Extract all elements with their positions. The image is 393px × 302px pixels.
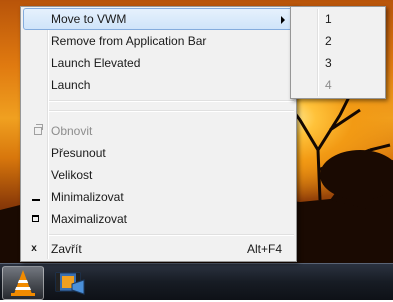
menu-item-launch[interactable]: Launch (23, 74, 294, 96)
menu-gutter (317, 9, 319, 96)
menu-item-remove-from-application-bar[interactable]: Remove from Application Bar (23, 30, 294, 52)
menu-item-label: Velikost (51, 168, 93, 182)
menu-item-label: Launch (51, 78, 91, 92)
menu-item-launch-elevated[interactable]: Launch Elevated (23, 52, 294, 74)
minimize-icon (27, 186, 41, 208)
menu-item-restore[interactable]: Obnovit (23, 120, 294, 142)
menu-separator (49, 100, 294, 102)
maximize-icon (27, 208, 41, 230)
movie-maker-icon (55, 272, 85, 295)
menu-item-move[interactable]: Přesunout (23, 142, 294, 164)
submenu-arrow-icon (281, 16, 285, 24)
menu-separator (49, 110, 294, 112)
taskbar (0, 263, 393, 300)
context-menu: Move to VWM Remove from Application Bar … (20, 6, 297, 262)
vwm-submenu: 1 2 3 4 (290, 6, 386, 99)
menu-item-minimize[interactable]: Minimalizovat (23, 186, 294, 208)
submenu-item-1[interactable]: 1 (325, 8, 332, 30)
menu-item-label: Minimalizovat (51, 190, 124, 204)
menu-separator (49, 234, 294, 236)
menu-item-label: Zavřít (51, 242, 82, 256)
taskbar-button-movie-maker[interactable] (50, 266, 90, 298)
menu-item-label: Maximalizovat (51, 212, 128, 226)
menu-item-label: Remove from Application Bar (51, 34, 207, 48)
close-icon: x (31, 243, 37, 254)
taskbar-button-vlc[interactable] (2, 266, 44, 300)
menu-item-size[interactable]: Velikost (23, 164, 294, 186)
menu-item-label: Obnovit (51, 124, 93, 138)
menu-item-label: Launch Elevated (51, 56, 141, 70)
menu-item-label: Move to VWM (51, 12, 127, 26)
menu-item-move-to-vwm[interactable]: Move to VWM (23, 8, 294, 30)
submenu-item-2[interactable]: 2 (325, 30, 332, 52)
shortcut-label: Alt+F4 (246, 242, 282, 256)
menu-item-maximize[interactable]: Maximalizovat (23, 208, 294, 230)
submenu-item-3[interactable]: 3 (325, 52, 332, 74)
menu-item-label: Přesunout (51, 146, 106, 160)
submenu-item-4[interactable]: 4 (325, 74, 332, 96)
restore-icon (27, 120, 43, 142)
vlc-icon (11, 270, 35, 296)
menu-item-close[interactable]: x Zavřít Alt+F4 (23, 238, 294, 260)
